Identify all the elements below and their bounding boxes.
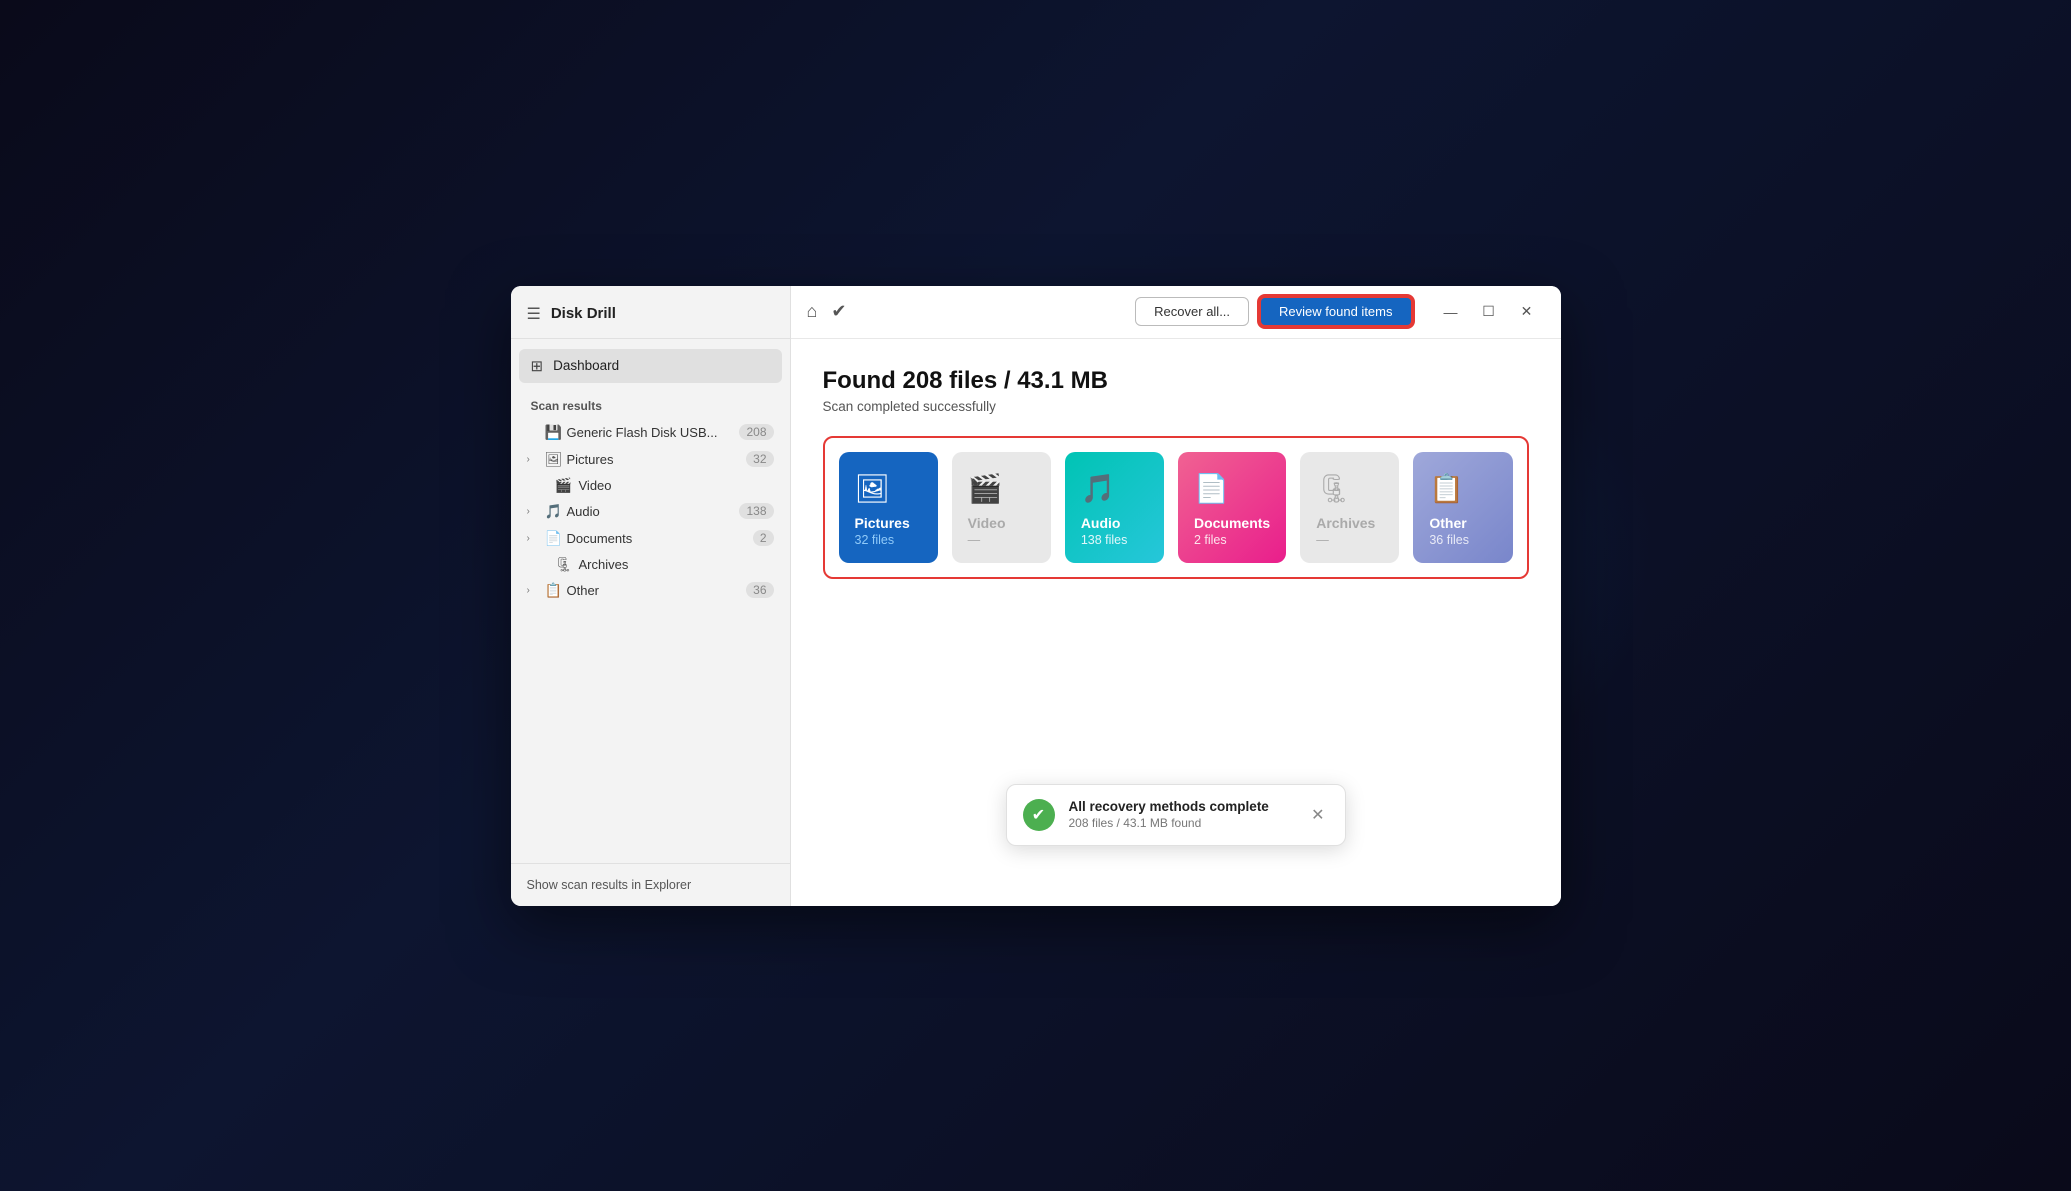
video-icon: 🎬	[555, 477, 573, 494]
recover-all-button[interactable]: Recover all...	[1135, 297, 1249, 326]
audio-cat-icon: 🎵	[1081, 472, 1116, 505]
audio-cat-files: 138 files	[1081, 533, 1128, 547]
toast-check-icon: ✔	[1023, 799, 1055, 831]
video-label: Video	[579, 478, 774, 493]
pictures-cat-icon: 🖼	[855, 472, 891, 505]
documents-cat-files: 2 files	[1194, 533, 1227, 547]
archives-cat-name: Archives	[1316, 515, 1375, 531]
scan-status-text: Scan completed successfully	[823, 399, 1529, 414]
video-cat-name: Video	[968, 515, 1006, 531]
category-card-audio[interactable]: 🎵 Audio 138 files	[1065, 452, 1164, 563]
titlebar: ⌂ ✔ Recover all... Review found items — …	[791, 286, 1561, 339]
pictures-cat-files: 32 files	[855, 533, 895, 547]
toast-close-button[interactable]: ✕	[1311, 805, 1324, 825]
titlebar-left: ⌂ ✔	[807, 301, 847, 322]
category-card-documents[interactable]: 📄 Documents 2 files	[1178, 452, 1286, 563]
sidebar: ☰ Disk Drill ⊞ Dashboard Scan results 💾 …	[511, 286, 791, 906]
archives-cat-icon: 🗜	[1316, 472, 1352, 505]
grid-icon: ⊞	[531, 357, 544, 375]
documents-cat-icon: 📄	[1194, 472, 1229, 505]
app-window: ☰ Disk Drill ⊞ Dashboard Scan results 💾 …	[511, 286, 1561, 906]
toast-text: All recovery methods complete 208 files …	[1069, 799, 1298, 830]
category-card-pictures[interactable]: 🖼 Pictures 32 files	[839, 452, 938, 563]
sidebar-item-archives[interactable]: 🗜 Archives	[519, 552, 782, 577]
pictures-label: Pictures	[567, 452, 743, 467]
other-count: 36	[746, 582, 773, 598]
pictures-count: 32	[746, 451, 773, 467]
check-icon[interactable]: ✔	[831, 301, 846, 322]
category-card-other[interactable]: 📋 Other 36 files	[1413, 452, 1512, 563]
other-cat-files: 36 files	[1429, 533, 1469, 547]
minimize-button[interactable]: —	[1433, 296, 1469, 328]
scan-results-heading: Scan results	[519, 389, 782, 419]
other-cat-icon: 📋	[1429, 472, 1464, 505]
found-files-title: Found 208 files / 43.1 MB	[823, 367, 1529, 395]
other-icon: 📋	[545, 582, 563, 599]
audio-label: Audio	[567, 504, 736, 519]
sidebar-item-video[interactable]: 🎬 Video	[519, 473, 782, 498]
sidebar-item-documents[interactable]: › 📄 Documents 2	[519, 525, 782, 552]
home-icon[interactable]: ⌂	[807, 301, 818, 322]
archives-label: Archives	[579, 557, 774, 572]
video-cat-icon: 🎬	[968, 472, 1003, 505]
close-button[interactable]: ✕	[1509, 296, 1545, 328]
pictures-icon: 🖼	[545, 451, 563, 468]
titlebar-right: Recover all... Review found items — ☐ ✕	[1135, 296, 1544, 328]
other-chevron-icon: ›	[527, 585, 541, 596]
pictures-chevron-icon: ›	[527, 454, 541, 465]
review-found-button[interactable]: Review found items	[1259, 296, 1412, 327]
toast-subtitle: 208 files / 43.1 MB found	[1069, 816, 1298, 830]
app-title: Disk Drill	[551, 305, 616, 322]
audio-cat-name: Audio	[1081, 515, 1121, 531]
documents-cat-name: Documents	[1194, 515, 1270, 531]
category-card-video[interactable]: 🎬 Video —	[952, 452, 1051, 563]
sidebar-item-pictures[interactable]: › 🖼 Pictures 32	[519, 446, 782, 473]
sidebar-footer: Show scan results in Explorer	[511, 863, 790, 906]
other-label: Other	[567, 583, 743, 598]
hamburger-icon[interactable]: ☰	[527, 304, 541, 324]
documents-label: Documents	[567, 531, 749, 546]
archives-icon: 🗜	[555, 556, 573, 573]
audio-chevron-icon: ›	[527, 506, 541, 517]
sidebar-nav: ⊞ Dashboard Scan results 💾 Generic Flash…	[511, 339, 790, 604]
flash-disk-label: Generic Flash Disk USB...	[567, 425, 736, 440]
sidebar-item-dashboard[interactable]: ⊞ Dashboard	[519, 349, 782, 383]
category-card-archives[interactable]: 🗜 Archives —	[1300, 452, 1399, 563]
sidebar-item-flash-disk[interactable]: 💾 Generic Flash Disk USB... 208	[519, 419, 782, 446]
sidebar-item-other[interactable]: › 📋 Other 36	[519, 577, 782, 604]
other-cat-name: Other	[1429, 515, 1466, 531]
audio-icon: 🎵	[545, 503, 563, 520]
toast-title: All recovery methods complete	[1069, 799, 1298, 814]
documents-icon: 📄	[545, 530, 563, 547]
sidebar-header: ☰ Disk Drill	[511, 286, 790, 339]
pictures-cat-name: Pictures	[855, 515, 910, 531]
dashboard-label: Dashboard	[553, 358, 619, 373]
video-cat-files: —	[968, 533, 981, 547]
flash-disk-count: 208	[739, 424, 773, 440]
maximize-button[interactable]: ☐	[1471, 296, 1507, 328]
categories-container: 🖼 Pictures 32 files 🎬 Video — 🎵 Audio 13…	[823, 436, 1529, 579]
archives-cat-files: —	[1316, 533, 1329, 547]
audio-count: 138	[739, 503, 773, 519]
documents-chevron-icon: ›	[527, 533, 541, 544]
content-area: Found 208 files / 43.1 MB Scan completed…	[791, 339, 1561, 906]
disk-icon: 💾	[545, 424, 563, 441]
main-panel: ⌂ ✔ Recover all... Review found items — …	[791, 286, 1561, 906]
show-scan-results-link[interactable]: Show scan results in Explorer	[527, 878, 692, 892]
toast-notification: ✔ All recovery methods complete 208 file…	[1006, 784, 1346, 846]
documents-count: 2	[753, 530, 774, 546]
window-controls: — ☐ ✕	[1433, 296, 1545, 328]
sidebar-item-audio[interactable]: › 🎵 Audio 138	[519, 498, 782, 525]
